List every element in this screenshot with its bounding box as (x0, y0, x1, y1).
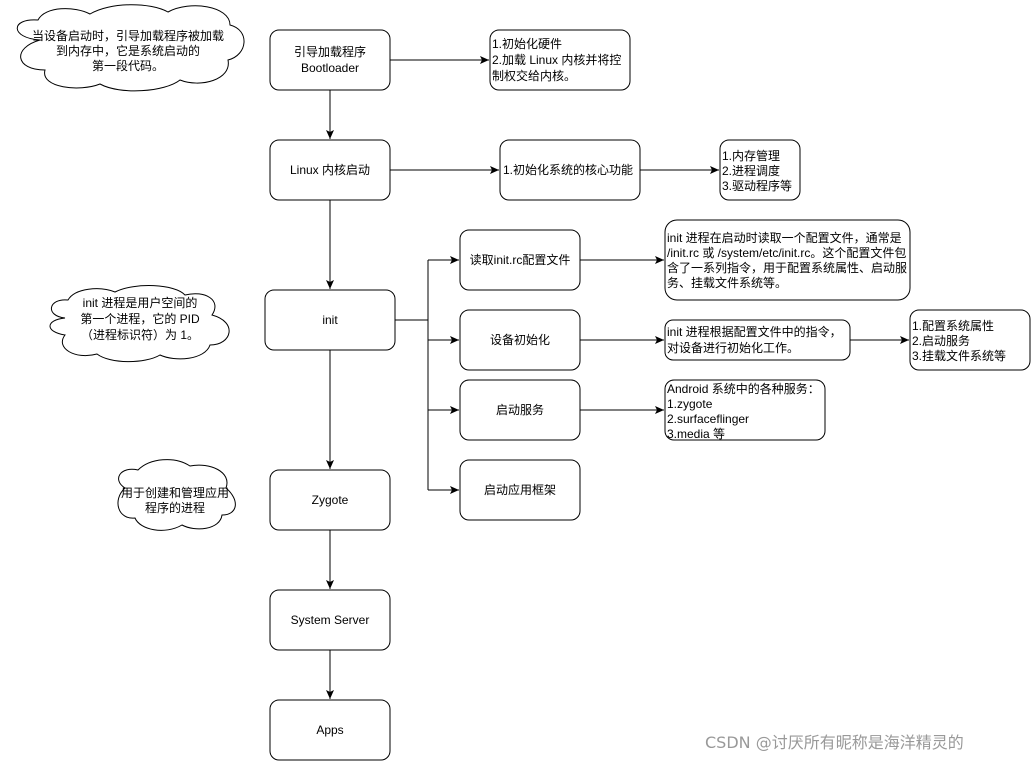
node-label: Zygote (312, 493, 349, 507)
step-read-init-rc: 读取init.rc配置文件 (459, 229, 581, 291)
boot-flow-diagram: 引导加载程序 Bootloader Linux 内核启动 init Zygote … (16, 4, 1031, 761)
device-desc-note: init 进程根据配置文件中的指令，对设备进行初始化工作。 (664, 319, 851, 361)
bootloader-cloud-note: 当设备启动时，引导加载程序被加载到内存中，它是系统启动的第一段代码。 (16, 4, 245, 92)
system-server-node: System Server (269, 589, 391, 651)
apps-node: Apps (269, 699, 391, 761)
zygote-cloud-note: 用于创建和管理应用程序的进程 (117, 459, 236, 531)
zygote-node: Zygote (269, 469, 391, 531)
node-label: System Server (291, 613, 370, 627)
node-label: Apps (316, 723, 343, 737)
init-cloud-note: init 进程是用户空间的第一个进程，它的 PID （进程标识符）为 1。 (49, 285, 230, 363)
init-branch (395, 260, 429, 490)
svg-text:1.初始化系统的核心功能: 1.初始化系统的核心功能 (503, 162, 633, 177)
svg-text:启动应用框架: 启动应用框架 (484, 482, 556, 497)
step-device-init: 设备初始化 (459, 309, 581, 371)
svg-text:init 进程是用户空间的第一个进程，它的 PID（进程标识: init 进程是用户空间的第一个进程，它的 PID （进程标识符）为 1。 (80, 295, 200, 342)
init-node: init (264, 289, 396, 351)
bootloader-node: 引导加载程序 Bootloader (269, 29, 391, 91)
bootloader-tasks-note: 1.初始化硬件 2.加载 Linux 内核并将控制权交给内核。 (489, 29, 631, 91)
svg-text:读取init.rc配置文件: 读取init.rc配置文件 (470, 252, 571, 267)
node-label: 引导加载程序 (294, 44, 366, 59)
node-label: Linux 内核启动 (290, 163, 370, 177)
services-list-note: Android 系统中的各种服务： 1.zygote 2.surfaceflinge… (664, 379, 826, 441)
watermark: CSDN @讨厌所有昵称是海洋精灵的 (705, 733, 964, 752)
step-start-framework: 启动应用框架 (459, 459, 581, 521)
config-list-note: 1.配置系统属性 2.启动服务 3.挂载文件系统等 (909, 309, 1031, 371)
node-label: init (322, 313, 338, 327)
init-rc-desc-note: init 进程在启动时读取一个配置文件，通常是/init.rc 或 /syste… (664, 219, 911, 301)
svg-text:启动服务: 启动服务 (496, 402, 544, 417)
step-start-services: 启动服务 (459, 379, 581, 441)
node-label: Bootloader (301, 61, 359, 75)
kernel-list-note: 1.内存管理 2.进程调度 3.驱动程序等 (719, 139, 801, 201)
linux-kernel-node: Linux 内核启动 (269, 139, 391, 201)
init-steps: 读取init.rc配置文件 设备初始化 启动服务 启动应用框架 (459, 229, 581, 521)
linux-core-note: 1.初始化系统的核心功能 (499, 139, 641, 201)
svg-text:设备初始化: 设备初始化 (490, 333, 550, 347)
